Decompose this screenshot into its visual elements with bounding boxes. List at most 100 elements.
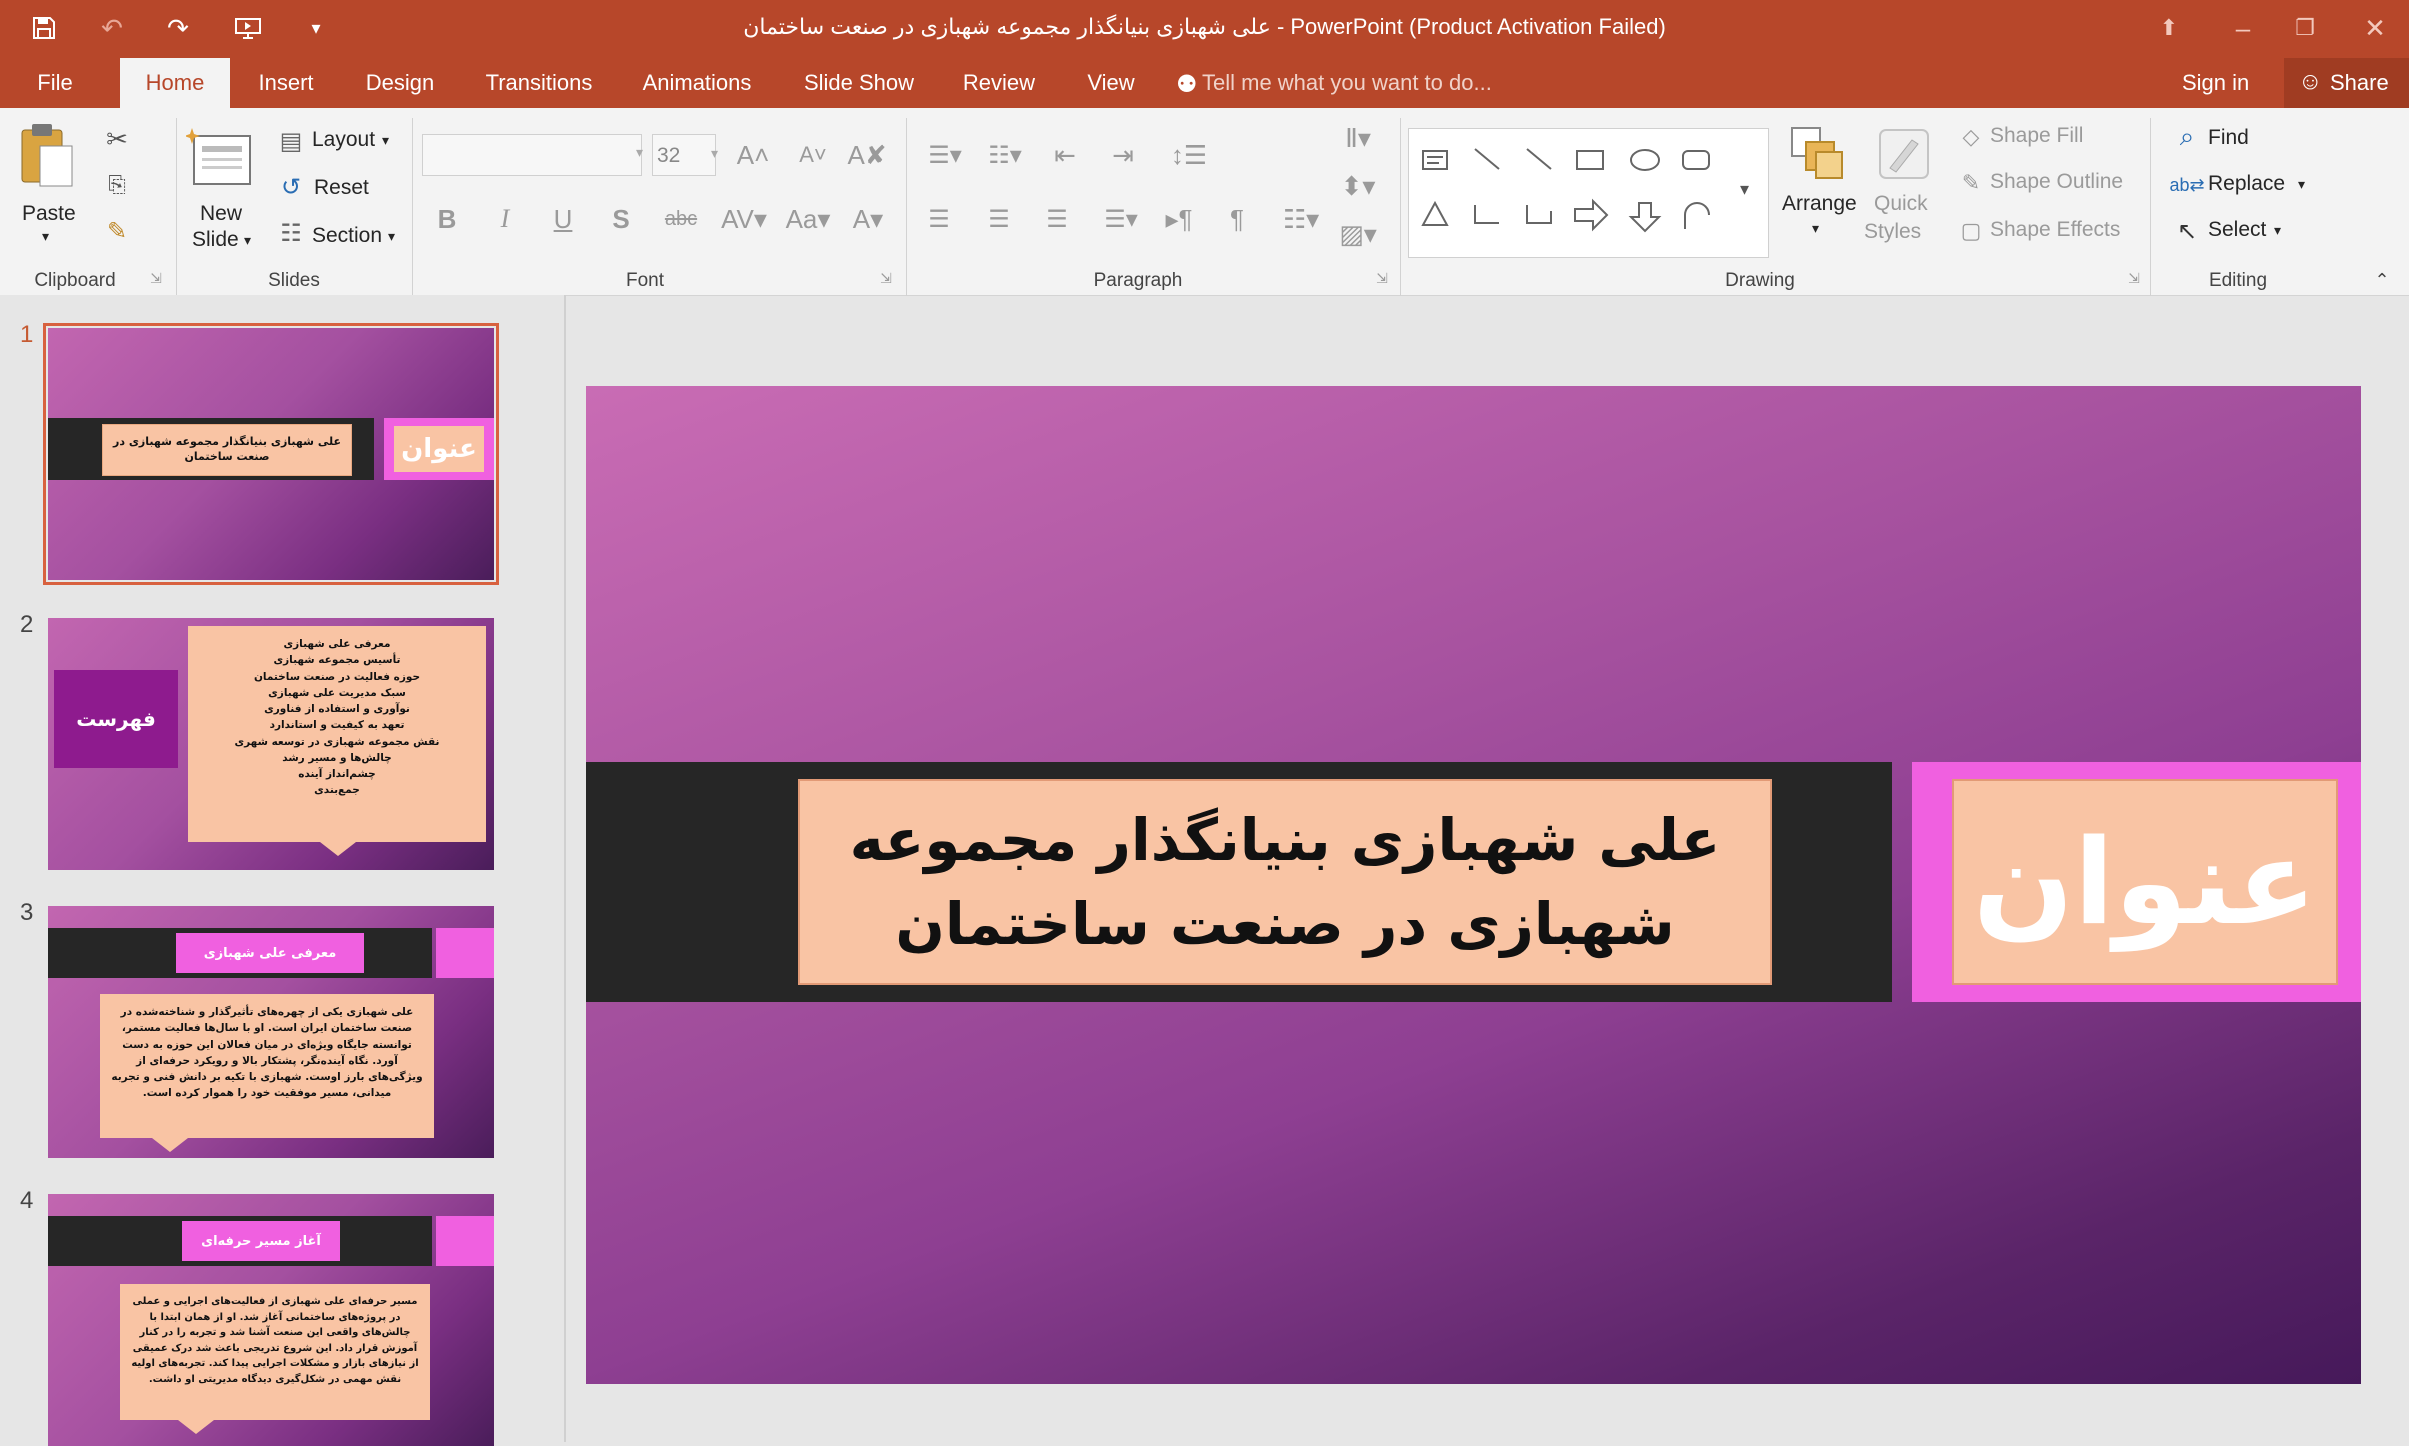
ltr-icon[interactable]: ▸¶ xyxy=(1160,202,1198,236)
align-center-icon[interactable]: ☰ xyxy=(980,202,1018,236)
quick-styles-label-2[interactable]: Styles xyxy=(1864,220,1921,244)
select-cursor-icon[interactable]: ↖ xyxy=(2170,214,2204,248)
paste-label[interactable]: Paste xyxy=(22,202,76,226)
select-dropdown-icon[interactable]: ▾ xyxy=(2274,222,2281,239)
tab-animations[interactable]: Animations xyxy=(632,58,762,108)
replace-button[interactable]: Replace xyxy=(2208,172,2285,196)
find-button[interactable]: Find xyxy=(2208,126,2249,150)
minimize-icon[interactable]: – xyxy=(2218,6,2268,50)
slide-thumbnail-4[interactable]: آغاز مسیر حرفه‌ای مسیر حرفه‌ای علی شهباز… xyxy=(48,1194,494,1446)
text-direction-icon[interactable]: Ⅱ▾ xyxy=(1336,118,1380,158)
shape-outline-icon[interactable]: ✎ xyxy=(1956,168,1986,198)
increase-font-icon[interactable]: A˄ xyxy=(736,138,770,172)
slide-thumbnail-2[interactable]: فهرست معرفی علی شهبازی تأسیس مجموعه شهبا… xyxy=(48,618,494,870)
tab-file[interactable]: File xyxy=(18,58,92,108)
bullets-icon[interactable]: ☰▾ xyxy=(920,138,970,172)
font-name-dropdown-icon[interactable]: ▾ xyxy=(636,144,643,161)
decrease-font-icon[interactable]: A˅ xyxy=(796,138,830,172)
tab-slide-show[interactable]: Slide Show xyxy=(796,58,922,108)
columns-icon[interactable]: ☷▾ xyxy=(1276,202,1326,236)
paste-icon[interactable] xyxy=(18,122,76,190)
drawing-launcher-icon[interactable]: ⇲ xyxy=(2124,268,2144,288)
shape-effects-button[interactable]: Shape Effects xyxy=(1990,218,2120,242)
sign-in-link[interactable]: Sign in xyxy=(2182,70,2249,96)
character-spacing-icon[interactable]: AV▾ xyxy=(718,202,770,236)
cut-icon[interactable]: ✂ xyxy=(98,120,136,158)
layout-dropdown-icon[interactable]: ▾ xyxy=(382,132,389,149)
format-painter-icon[interactable]: ✎ xyxy=(98,212,136,250)
tab-insert[interactable]: Insert xyxy=(246,58,326,108)
ribbon-display-options-icon[interactable]: ⬆ xyxy=(2144,6,2194,50)
section-icon[interactable]: ☷ xyxy=(274,216,308,250)
section-dropdown-icon[interactable]: ▾ xyxy=(388,228,395,245)
arrange-icon[interactable] xyxy=(1786,122,1850,186)
layout-icon[interactable]: ▤ xyxy=(274,124,308,158)
tab-review[interactable]: Review xyxy=(954,58,1044,108)
numbering-icon[interactable]: ☷▾ xyxy=(980,138,1030,172)
reset-icon[interactable]: ↺ xyxy=(274,170,308,204)
close-icon[interactable]: ✕ xyxy=(2350,6,2400,50)
tell-me-box[interactable]: Tell me what you want to do... xyxy=(1202,70,1492,96)
font-name-box[interactable] xyxy=(422,134,642,176)
italic-icon[interactable]: I xyxy=(488,202,522,236)
clipboard-launcher-icon[interactable]: ⇲ xyxy=(146,268,166,288)
shapes-gallery[interactable] xyxy=(1408,128,1730,258)
align-text-icon[interactable]: ⬍▾ xyxy=(1336,166,1380,206)
rtl-icon[interactable]: ¶ xyxy=(1218,202,1256,236)
text-shadow-icon[interactable]: S xyxy=(604,202,638,236)
clear-formatting-icon[interactable]: A✘ xyxy=(847,138,886,172)
reset-button[interactable]: Reset xyxy=(314,176,369,200)
shape-fill-button[interactable]: Shape Fill xyxy=(1990,124,2083,148)
underline-icon[interactable]: U xyxy=(546,202,580,236)
slide-canvas[interactable]: علی شهبازی بنیانگذار مجموعه شهبازی در صن… xyxy=(586,386,2361,1384)
restore-icon[interactable]: ❐ xyxy=(2280,6,2330,50)
new-slide-label-2[interactable]: Slide xyxy=(192,228,239,252)
line-spacing-icon[interactable]: ↕☰ xyxy=(1164,138,1214,172)
bold-icon[interactable]: B xyxy=(430,202,464,236)
select-button[interactable]: Select xyxy=(2208,218,2266,242)
arrange-label[interactable]: Arrange xyxy=(1782,192,1857,216)
decrease-indent-icon[interactable]: ⇤ xyxy=(1046,138,1084,172)
font-launcher-icon[interactable]: ⇲ xyxy=(876,268,896,288)
shape-effects-icon[interactable]: ▢ xyxy=(1956,216,1986,246)
new-slide-dropdown-icon[interactable]: ▾ xyxy=(244,232,251,249)
convert-to-smartart-icon[interactable]: ▨▾ xyxy=(1336,214,1380,254)
layout-button[interactable]: Layout xyxy=(312,128,375,152)
tab-home[interactable]: Home xyxy=(120,58,230,108)
font-color-icon[interactable]: A▾ xyxy=(846,202,890,236)
new-slide-icon[interactable] xyxy=(184,126,254,190)
change-case-icon[interactable]: Aa ▾ xyxy=(782,202,834,236)
slide-title-box[interactable]: علی شهبازی بنیانگذار مجموعه شهبازی در صن… xyxy=(798,779,1772,985)
replace-dropdown-icon[interactable]: ▾ xyxy=(2298,176,2305,193)
replace-icon[interactable]: ab⇄ xyxy=(2168,168,2206,202)
shapes-more-button[interactable]: ▾ xyxy=(1728,128,1769,258)
share-button[interactable]: ☺ Share xyxy=(2284,58,2409,108)
slide-thumbnail-1[interactable]: علی شهبازی بنیانگذار مجموعه شهبازی در صن… xyxy=(43,323,499,585)
quick-styles-label-1[interactable]: Quick xyxy=(1874,192,1928,216)
tab-design[interactable]: Design xyxy=(354,58,446,108)
increase-indent-icon[interactable]: ⇥ xyxy=(1104,138,1142,172)
slide-thumbnail-pane[interactable]: 1 علی شهبازی بنیانگذار مجموعه شهبازی در … xyxy=(0,295,566,1446)
paste-dropdown-icon[interactable]: ▾ xyxy=(42,228,49,245)
shape-fill-icon[interactable]: ◇ xyxy=(1956,122,1986,152)
tab-transitions[interactable]: Transitions xyxy=(474,58,604,108)
quick-styles-icon[interactable] xyxy=(1872,122,1936,186)
strikethrough-icon[interactable]: abc xyxy=(660,202,702,236)
justify-icon[interactable]: ☰▾ xyxy=(1096,202,1146,236)
align-right-icon[interactable]: ☰ xyxy=(1038,202,1076,236)
paragraph-launcher-icon[interactable]: ⇲ xyxy=(1372,268,1392,288)
align-left-icon[interactable]: ☰ xyxy=(920,202,958,236)
collapse-ribbon-icon[interactable]: ⌃ xyxy=(2370,268,2394,292)
tab-view[interactable]: View xyxy=(1076,58,1146,108)
slide-thumbnail-3[interactable]: معرفی علی شهبازی علی شهبازی یکی از چهره‌… xyxy=(48,906,494,1158)
section-button[interactable]: Section xyxy=(312,224,382,248)
accent-block xyxy=(436,1216,494,1266)
new-slide-label-1[interactable]: New xyxy=(200,202,242,226)
arrange-dropdown-icon[interactable]: ▾ xyxy=(1812,220,1819,237)
shape-outline-button[interactable]: Shape Outline xyxy=(1990,170,2123,194)
font-size-box[interactable]: 32 ▾ xyxy=(652,134,718,176)
slide-tag-box[interactable]: عنوان xyxy=(1952,779,2338,985)
copy-icon[interactable]: ⎘ xyxy=(98,166,136,204)
thumb-body-text: مسیر حرفه‌ای علی شهبازی از فعالیت‌های اج… xyxy=(120,1284,430,1420)
find-icon[interactable]: ⌕ xyxy=(2170,120,2204,154)
